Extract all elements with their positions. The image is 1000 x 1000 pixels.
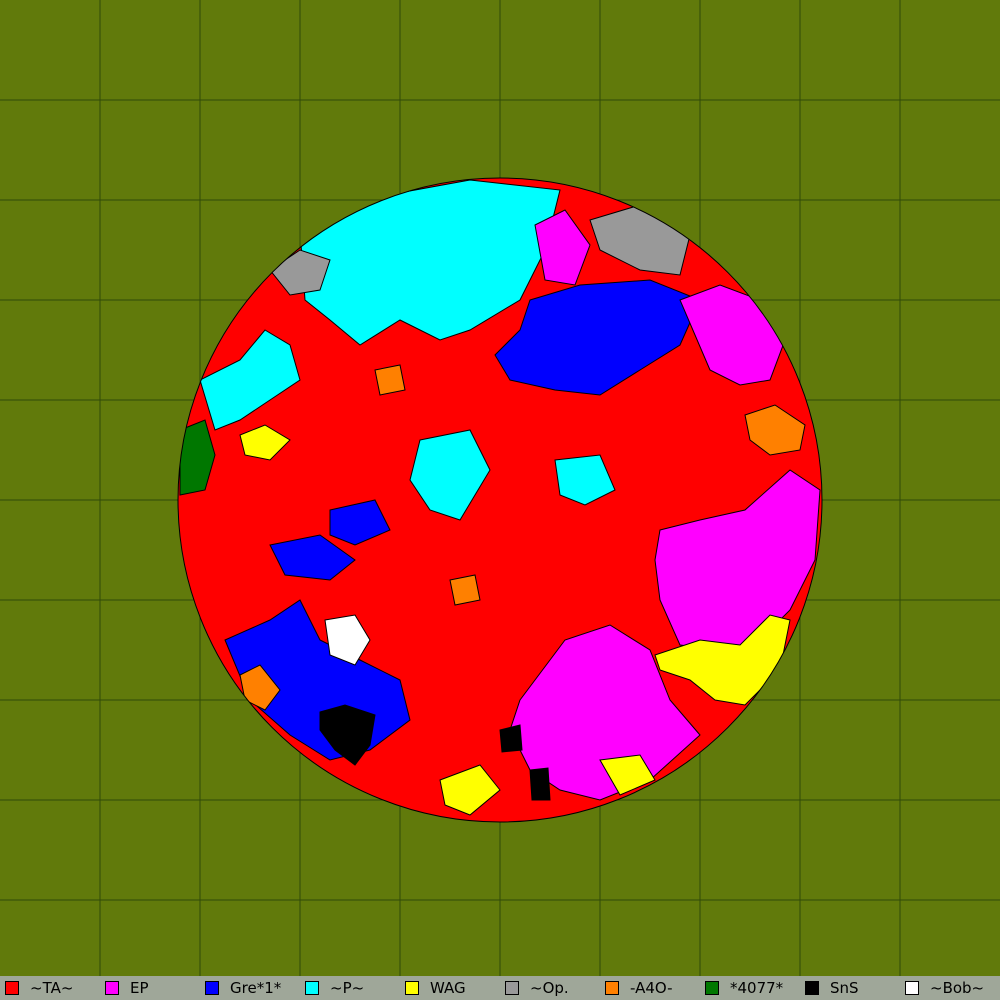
legend-swatch [205, 981, 219, 995]
legend-item: ~TA~ [0, 976, 100, 1000]
legend-swatch [505, 981, 519, 995]
legend-item: ~P~ [300, 976, 400, 1000]
legend-label: ~TA~ [30, 979, 74, 997]
legend-item: ~Op. [500, 976, 600, 1000]
legend-swatch [705, 981, 719, 995]
legend-item: -A4O- [600, 976, 700, 1000]
territory-sns-s2 [529, 767, 551, 801]
territory-a4o-center [449, 574, 481, 606]
legend-swatch [105, 981, 119, 995]
territory-disc [178, 178, 822, 822]
legend-item: EP [100, 976, 200, 1000]
legend-swatch [805, 981, 819, 995]
legend-item: SnS [800, 976, 900, 1000]
territory-a4o-nw [374, 364, 406, 396]
legend-swatch [5, 981, 19, 995]
legend-item: ~Bob~ [900, 976, 1000, 1000]
legend-label: ~Op. [530, 979, 569, 997]
team-legend: ~TA~ EP Gre*1* ~P~ WAG ~Op. -A4O- *4077* SnS ~Bob… [0, 976, 1000, 1000]
legend-label: -A4O- [630, 979, 673, 997]
legend-label: SnS [830, 979, 859, 997]
legend-swatch [905, 981, 919, 995]
territory-map-canvas[interactable] [0, 0, 1000, 976]
legend-label: EP [130, 979, 149, 997]
legend-label: Gre*1* [230, 979, 282, 997]
legend-item: Gre*1* [200, 976, 300, 1000]
legend-label: ~Bob~ [930, 979, 985, 997]
legend-label: WAG [430, 979, 466, 997]
legend-item: WAG [400, 976, 500, 1000]
legend-item: *4077* [700, 976, 800, 1000]
legend-swatch [605, 981, 619, 995]
legend-swatch [405, 981, 419, 995]
legend-label: ~P~ [330, 979, 365, 997]
legend-swatch [305, 981, 319, 995]
legend-label: *4077* [730, 979, 784, 997]
territory-sns-s1 [499, 724, 523, 753]
game-map[interactable] [0, 0, 1000, 976]
